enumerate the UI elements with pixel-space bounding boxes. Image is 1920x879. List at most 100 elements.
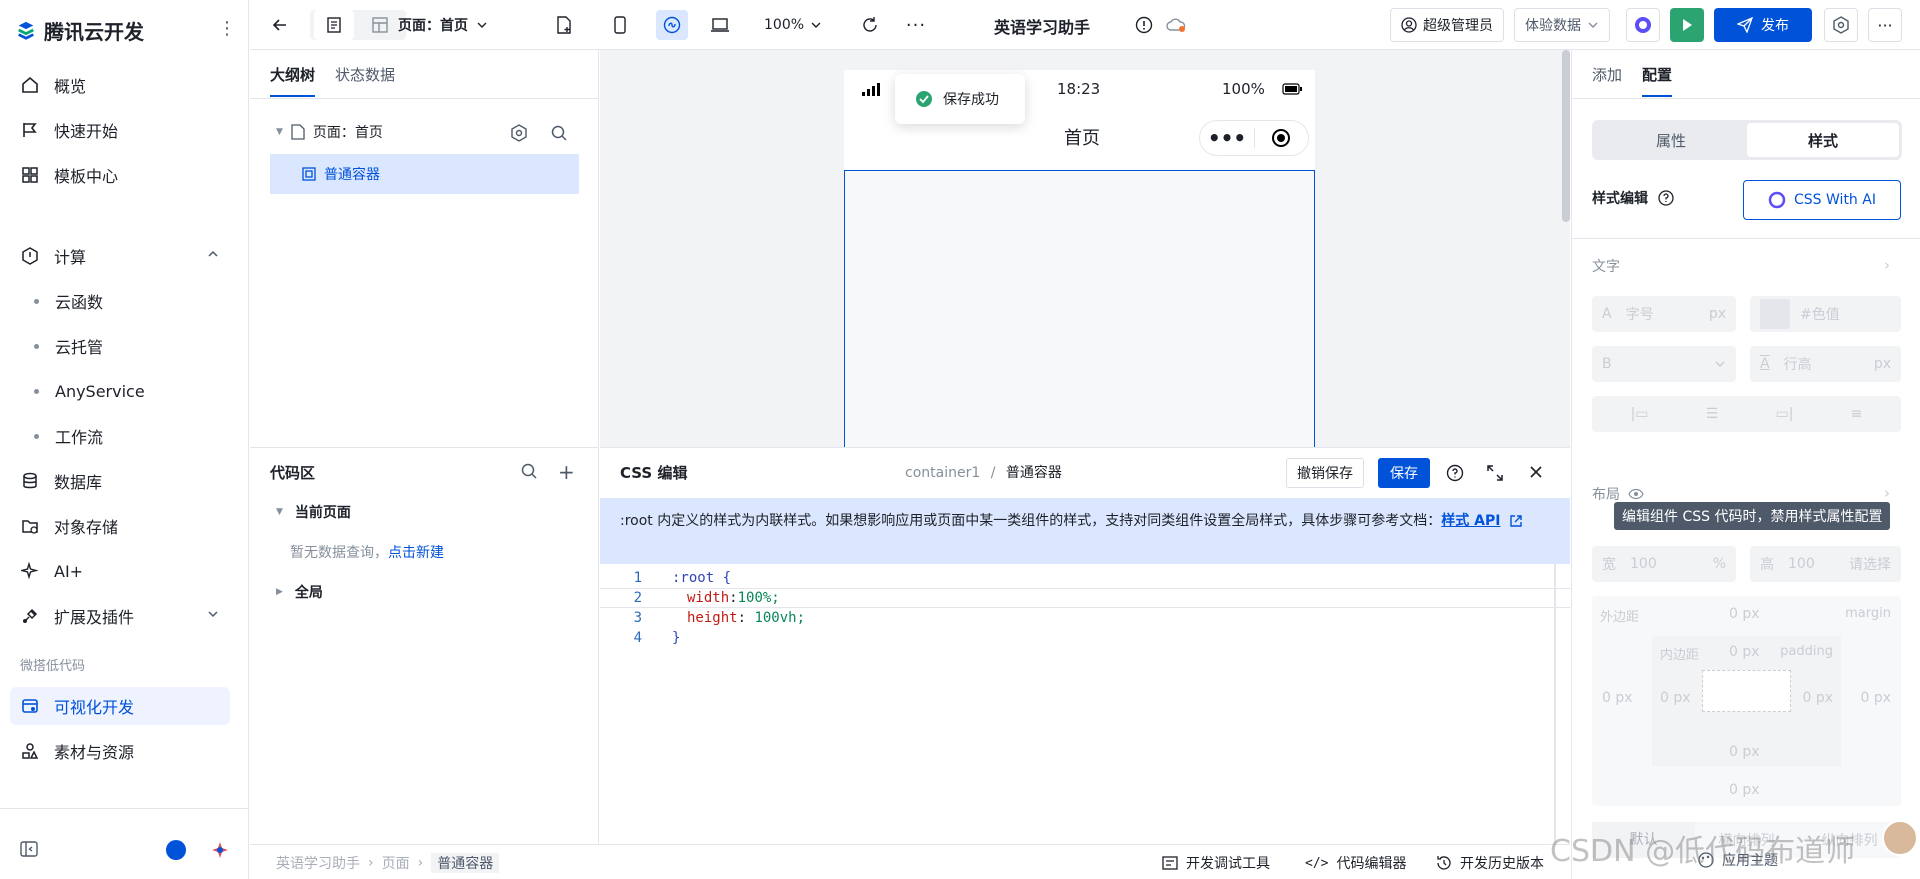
refresh-icon[interactable] [858, 10, 882, 40]
publish-button[interactable]: 发布 [1714, 8, 1812, 42]
color-swatch[interactable] [1760, 299, 1790, 329]
capsule-more-icon[interactable]: ••• [1200, 128, 1254, 148]
breadcrumb-item[interactable]: 英语学习助手 [276, 853, 360, 873]
env-select[interactable]: 体验数据 [1514, 8, 1610, 42]
capsule-menu[interactable]: ••• [1199, 120, 1309, 156]
user-avatar-icon[interactable] [166, 840, 186, 860]
sidebar-item-overview[interactable]: 概览 [10, 66, 230, 104]
chevron-right-icon[interactable]: › [1884, 256, 1890, 274]
mobile-view-icon[interactable] [608, 10, 632, 40]
seg-attributes[interactable]: 属性 [1595, 123, 1747, 157]
style-api-link[interactable]: 样式 API [1441, 513, 1500, 529]
debug-tools-button[interactable]: 开发调试工具 [1162, 853, 1270, 873]
code-editor-button[interactable]: </> 代码编辑器 [1305, 853, 1406, 873]
capsule-close-icon[interactable] [1255, 128, 1308, 148]
breadcrumb-item[interactable]: 普通容器 [431, 853, 500, 873]
color-field[interactable]: #色值 [1750, 296, 1901, 332]
collapse-sidebar-icon[interactable] [20, 841, 38, 857]
back-arrow-icon[interactable] [268, 10, 292, 40]
current-page-group[interactable]: ▼ 当前页面 [276, 502, 351, 522]
margin-right-value[interactable]: 0 px [1860, 690, 1891, 706]
sidebar-item-visual-dev[interactable]: 可视化开发 [10, 687, 230, 725]
brand[interactable]: 腾讯云开发 [16, 14, 144, 46]
page-settings-icon[interactable] [510, 124, 528, 142]
layout-icon[interactable] [360, 10, 400, 40]
desktop-view-icon[interactable] [708, 10, 732, 40]
admin-role-button[interactable]: 超级管理员 [1390, 8, 1504, 42]
align-center-icon[interactable]: ☰ [1706, 406, 1719, 422]
help-icon[interactable] [1658, 190, 1674, 206]
sidebar-item-quickstart[interactable]: 快速开始 [10, 111, 230, 149]
sidebar-item-assets[interactable]: 素材与资源 [10, 732, 230, 770]
align-left-icon[interactable]: |▭ [1631, 406, 1649, 422]
css-with-ai-button[interactable]: CSS With AI [1743, 180, 1901, 220]
align-right-icon[interactable]: ▭| [1775, 406, 1793, 422]
height-field[interactable]: 高 100 请选择 [1750, 546, 1901, 582]
tree-node-container[interactable]: 普通容器 [270, 154, 579, 194]
sidebar-item-storage[interactable]: 对象存储 [10, 507, 230, 545]
tab-state-data[interactable]: 状态数据 [335, 64, 395, 97]
preview-play-button[interactable] [1670, 8, 1704, 42]
sidebar-item-workflow[interactable]: 工作流 [10, 417, 230, 455]
page-list-icon[interactable] [314, 10, 354, 40]
avatar[interactable] [1882, 820, 1918, 856]
breadcrumb-item[interactable]: container1 [905, 465, 980, 481]
font-weight-select[interactable]: B [1592, 346, 1736, 382]
sidebar-item-database[interactable]: 数据库 [10, 462, 230, 500]
sidebar-item-cloud-hosting[interactable]: 云托管 [10, 327, 230, 365]
global-group[interactable]: ▶ 全局 [276, 582, 323, 602]
ai-assistant-button[interactable] [1626, 8, 1660, 42]
search-icon[interactable] [520, 462, 538, 480]
tree-node-page[interactable]: ▼ 页面：首页 [276, 122, 383, 142]
code-editor[interactable]: 1 :root { 2 width:100%; 3 height: 100vh;… [600, 564, 1570, 845]
more-horizontal-icon[interactable]: ··· [904, 10, 928, 40]
margin-top-value[interactable]: 0 px [1729, 606, 1760, 622]
create-query-link[interactable]: 点击新建 [388, 545, 444, 561]
align-justify-icon[interactable]: ≡ [1851, 406, 1863, 422]
colorful-logo-icon[interactable] [210, 840, 230, 860]
zoom-select[interactable]: 100% [764, 10, 822, 40]
add-icon[interactable]: + [558, 460, 575, 484]
close-icon[interactable] [1528, 464, 1544, 480]
more-vertical-icon[interactable]: ⋮ [218, 18, 236, 39]
margin-bottom-value[interactable]: 0 px [1729, 782, 1760, 798]
font-size-field[interactable]: A 字号 px [1592, 296, 1736, 332]
padding-top-value[interactable]: 0 px [1729, 644, 1760, 660]
undo-save-button[interactable]: 撤销保存 [1286, 458, 1364, 488]
sidebar-item-plugins[interactable]: 扩展及插件 [10, 597, 230, 635]
breadcrumb-item[interactable]: 页面 [382, 853, 410, 873]
settings-button[interactable] [1824, 8, 1858, 42]
margin-left-value[interactable]: 0 px [1602, 690, 1633, 706]
help-icon[interactable] [1446, 464, 1464, 482]
page-select[interactable]: 页面：首页 [398, 10, 488, 40]
cloud-sync-icon[interactable] [1164, 10, 1188, 40]
search-icon[interactable] [550, 124, 568, 142]
selected-container[interactable] [844, 170, 1315, 447]
sidebar-item-ai[interactable]: AI+ [10, 552, 230, 590]
more-menu-button[interactable]: ··· [1868, 8, 1902, 42]
tab-outline-tree[interactable]: 大纲树 [270, 64, 316, 97]
sidebar-item-anyservice[interactable]: AnyService [10, 372, 230, 410]
external-link-icon[interactable] [1509, 514, 1523, 528]
design-canvas[interactable]: 18:23 100% 首页 ••• 保存成功 [600, 50, 1570, 447]
sidebar-item-templates[interactable]: 模板中心 [10, 156, 230, 194]
eye-icon[interactable] [1628, 488, 1644, 500]
tab-add[interactable]: 添加 [1592, 64, 1622, 97]
canvas-scrollbar[interactable] [1562, 50, 1570, 222]
save-button[interactable]: 保存 [1378, 458, 1430, 488]
tab-config[interactable]: 配置 [1642, 64, 1673, 97]
chevron-right-icon[interactable]: › [1884, 484, 1890, 502]
editor-scrollbar[interactable] [1554, 564, 1556, 845]
padding-bottom-value[interactable]: 0 px [1729, 744, 1760, 760]
padding-left-value[interactable]: 0 px [1660, 690, 1691, 706]
line-height-field[interactable]: A 行高 px [1750, 346, 1901, 382]
width-field[interactable]: 宽 100 % [1592, 546, 1736, 582]
padding-right-value[interactable]: 0 px [1802, 690, 1833, 706]
miniprogram-view-icon[interactable] [656, 10, 688, 40]
new-page-icon[interactable] [552, 10, 576, 40]
expand-icon[interactable] [1486, 464, 1504, 482]
history-button[interactable]: 开发历史版本 [1436, 853, 1544, 873]
seg-style[interactable]: 样式 [1747, 123, 1899, 157]
sidebar-item-cloud-functions[interactable]: 云函数 [10, 282, 230, 320]
info-icon[interactable] [1132, 10, 1156, 40]
